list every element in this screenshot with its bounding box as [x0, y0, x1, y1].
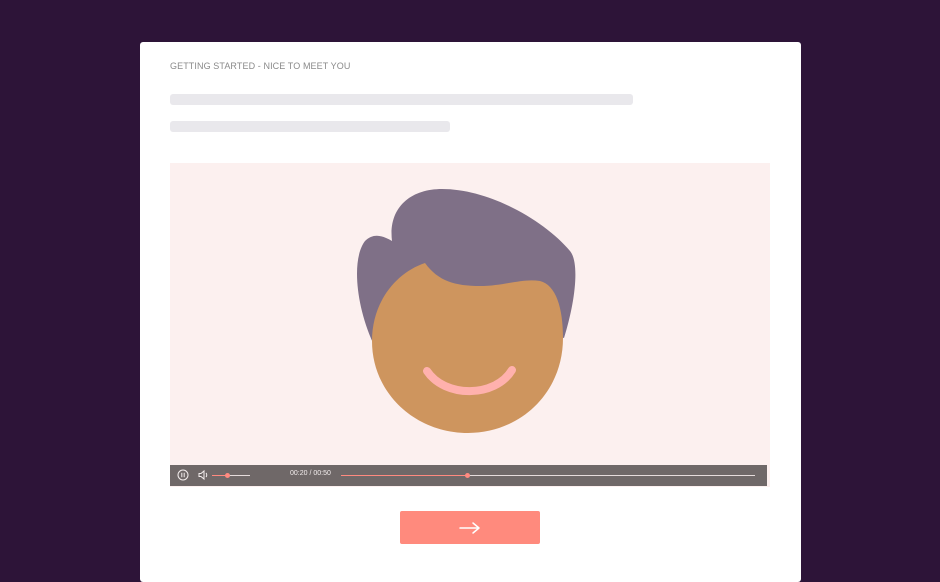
time-display: 00:20 / 00:50 — [290, 470, 331, 477]
avatar-face — [372, 263, 563, 433]
seek-bar-thumb[interactable] — [465, 473, 470, 478]
volume-slider-thumb[interactable] — [225, 473, 230, 478]
text-placeholder-line-1 — [170, 94, 633, 105]
next-button[interactable] — [400, 511, 540, 544]
text-placeholder-line-2 — [170, 121, 450, 132]
arrow-right-icon — [459, 521, 480, 534]
volume-icon[interactable] — [197, 468, 211, 482]
video-controls: 00:20 / 00:50 — [170, 465, 767, 486]
video-player[interactable]: 00:20 / 00:50 — [170, 163, 770, 487]
breadcrumb: GETTING STARTED - NICE TO MEET YOU — [170, 61, 351, 71]
avatar-illustration — [357, 189, 576, 433]
pause-icon[interactable] — [176, 468, 190, 482]
onboarding-card: GETTING STARTED - NICE TO MEET YOU 00:20… — [140, 42, 801, 582]
seek-bar-progress — [341, 475, 468, 476]
